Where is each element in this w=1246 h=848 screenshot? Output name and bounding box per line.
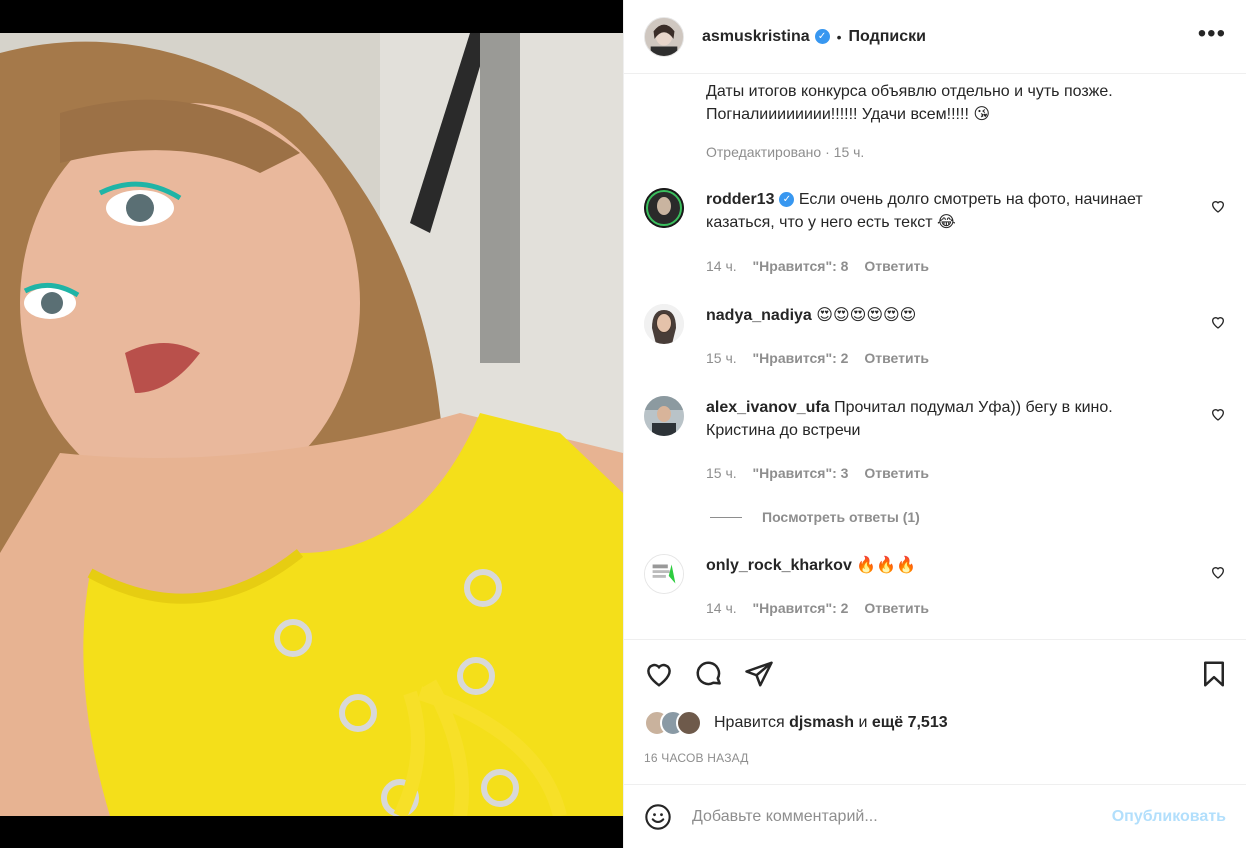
- commenter-avatar[interactable]: [644, 396, 684, 436]
- post-timestamp[interactable]: 16 ЧАСОВ НАЗАД: [644, 751, 749, 765]
- comment-meta: 15 ч. "Нравится": 3 Ответить: [706, 465, 941, 481]
- commenter-avatar[interactable]: [644, 304, 684, 344]
- commenter-avatar[interactable]: [644, 554, 684, 594]
- heart-icon[interactable]: [644, 659, 674, 689]
- comment-body: only_rock_kharkov 🔥🔥🔥: [706, 554, 1186, 577]
- comment-likes[interactable]: "Нравится": 2: [753, 600, 849, 616]
- comment-body: rodder13 ✓ Если очень долго смотреть на ф…: [706, 188, 1186, 234]
- comment-meta: 15 ч. "Нравится": 2 Ответить: [706, 350, 941, 366]
- comment-body: alex_ivanov_ufa Прочитал подумал Уфа)) б…: [706, 396, 1186, 442]
- comment-item: rodder13 ✓ Если очень долго смотреть на ф…: [644, 188, 1226, 278]
- commenter-avatar-image: [644, 396, 684, 436]
- post-actions: Нравится djsmash и ещё 7,513 16 ЧАСОВ НА…: [624, 639, 1246, 784]
- likes-prefix: Нравится: [714, 714, 785, 731]
- comment-time[interactable]: 14 ч.: [706, 258, 737, 274]
- author-avatar[interactable]: [644, 16, 684, 57]
- caption-line-2: Погналииииииии!!!!!! Удачи всем!!!!! 😘: [706, 106, 991, 123]
- liker-avatars: [644, 710, 702, 736]
- post-photo[interactable]: [0, 33, 623, 816]
- comment-body: nadya_nadiya 😍😍😍😍😍😍: [706, 304, 1186, 327]
- reply-button[interactable]: Ответить: [864, 600, 929, 616]
- author-avatar-image: [645, 17, 683, 56]
- caption-line-1: Даты итогов конкурса объявлю отдельно и …: [706, 83, 1113, 100]
- comment-time[interactable]: 15 ч.: [706, 465, 737, 481]
- post-header: asmuskristina ✓ • Подписки •••: [624, 0, 1246, 74]
- paper-plane-icon[interactable]: [744, 659, 774, 689]
- comment-username[interactable]: nadya_nadiya: [706, 307, 812, 324]
- comment-text: 🔥🔥🔥: [856, 557, 917, 574]
- verified-badge-icon: ✓: [814, 29, 830, 44]
- publish-button[interactable]: Опубликовать: [1112, 808, 1226, 826]
- comment-icon[interactable]: [694, 659, 724, 689]
- caption-time: 15 ч.: [833, 144, 865, 160]
- author-username[interactable]: asmuskristina: [702, 28, 810, 46]
- reply-button[interactable]: Ответить: [864, 465, 929, 481]
- likes-summary[interactable]: Нравится djsmash и ещё 7,513: [644, 710, 948, 736]
- comment-input[interactable]: [692, 807, 1112, 826]
- comment-like-heart-icon[interactable]: [1210, 406, 1226, 422]
- comment-like-heart-icon[interactable]: [1210, 564, 1226, 580]
- commenter-avatar-image: [644, 188, 684, 228]
- comment-likes[interactable]: "Нравится": 8: [753, 258, 849, 274]
- commenter-avatar-image: [644, 304, 684, 344]
- likes-user[interactable]: djsmash: [789, 714, 854, 732]
- post-media: [0, 0, 623, 848]
- comment-meta: 14 ч. "Нравится": 8 Ответить: [706, 258, 941, 274]
- comments-list[interactable]: Даты итогов конкурса объявлю отдельно и …: [624, 74, 1246, 639]
- comment-likes[interactable]: "Нравится": 3: [753, 465, 849, 481]
- reply-button[interactable]: Ответить: [864, 350, 929, 366]
- separator-dot: •: [836, 28, 842, 45]
- view-replies-button[interactable]: Посмотреть ответы (1): [710, 509, 920, 525]
- comment-item: nadya_nadiya 😍😍😍😍😍😍 15 ч. "Нравится": 2 …: [644, 304, 1226, 374]
- more-options-icon[interactable]: •••: [1198, 22, 1226, 46]
- view-replies-label: Посмотреть ответы (1): [762, 509, 920, 525]
- comment-likes[interactable]: "Нравится": 2: [753, 350, 849, 366]
- comment-time[interactable]: 14 ч.: [706, 600, 737, 616]
- comment-username[interactable]: rodder13: [706, 191, 774, 208]
- comment-username[interactable]: alex_ivanov_ufa: [706, 399, 830, 416]
- verified-badge-icon: ✓: [779, 192, 795, 208]
- selfie-image: [0, 33, 623, 816]
- comment-meta: 14 ч. "Нравится": 2 Ответить: [706, 600, 941, 616]
- likes-connector: и: [858, 714, 868, 731]
- bookmark-icon[interactable]: [1199, 659, 1229, 689]
- comment-text: 😍😍😍😍😍😍: [816, 307, 917, 324]
- replies-divider-line: [710, 516, 742, 518]
- comment-item: only_rock_kharkov 🔥🔥🔥 14 ч. "Нравится": …: [644, 554, 1226, 624]
- comment-username[interactable]: only_rock_kharkov: [706, 557, 852, 574]
- post-side-panel: asmuskristina ✓ • Подписки ••• Даты итог…: [623, 0, 1246, 848]
- commenter-avatar[interactable]: [644, 188, 684, 228]
- comment-like-heart-icon[interactable]: [1210, 314, 1226, 330]
- caption-text: Даты итогов конкурса объявлю отдельно и …: [706, 80, 1226, 126]
- add-comment-bar: Опубликовать: [624, 784, 1246, 848]
- likes-count[interactable]: ещё 7,513: [872, 714, 948, 732]
- comment-like-heart-icon[interactable]: [1210, 198, 1226, 214]
- caption-edited-label: Отредактировано: [706, 144, 822, 160]
- comment-time[interactable]: 15 ч.: [706, 350, 737, 366]
- reply-button[interactable]: Ответить: [864, 258, 929, 274]
- comment-item: alex_ivanov_ufa Прочитал подумал Уфа)) б…: [644, 396, 1226, 486]
- liker-avatar: [676, 710, 702, 736]
- caption-meta: Отредактировано · 15 ч.: [706, 144, 865, 160]
- smiley-icon[interactable]: [644, 803, 672, 831]
- following-button[interactable]: Подписки: [849, 28, 926, 46]
- commenter-avatar-image: [645, 555, 683, 593]
